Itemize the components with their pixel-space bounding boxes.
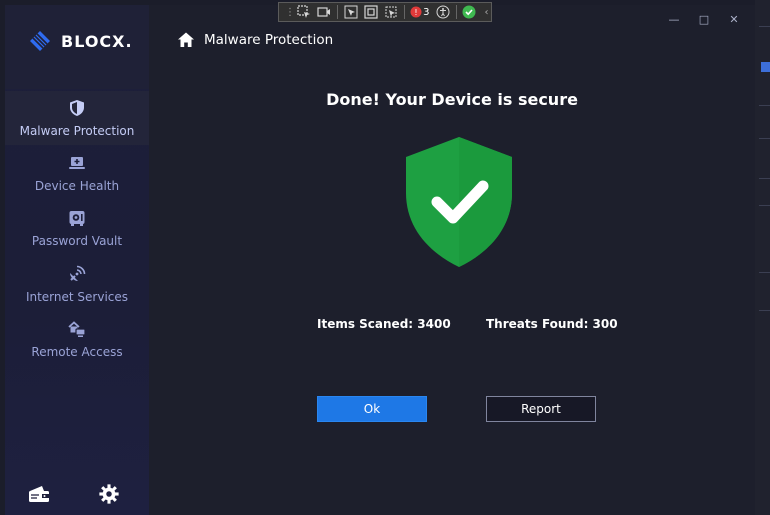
remote-access-icon bbox=[68, 320, 86, 338]
desktop-line bbox=[759, 26, 770, 27]
blocx-logo-icon bbox=[30, 31, 50, 51]
sidebar-item-malware-protection[interactable]: Malware Protection bbox=[5, 91, 149, 145]
sidebar-item-label: Malware Protection bbox=[19, 123, 135, 138]
maximize-icon[interactable]: □ bbox=[689, 9, 719, 29]
shield-icon bbox=[68, 99, 86, 117]
sidebar-item-label: Password Vault bbox=[31, 233, 123, 248]
main-panel: Malware Protection — □ ✕ Done! Your Devi… bbox=[149, 5, 755, 515]
sidebar-item-label: Internet Services bbox=[25, 289, 129, 304]
pointer-select-icon[interactable] bbox=[344, 5, 358, 19]
desktop-line bbox=[759, 138, 770, 139]
close-icon[interactable]: ✕ bbox=[719, 9, 749, 29]
secure-shield-icon bbox=[406, 137, 512, 267]
desktop-line bbox=[759, 272, 770, 273]
items-scanned: Items Scaned: 3400 bbox=[317, 317, 451, 331]
satellite-icon bbox=[68, 265, 86, 283]
toolbar-divider bbox=[455, 5, 457, 19]
sidebar-item-internet-services[interactable]: Internet Services bbox=[5, 257, 149, 311]
app-window: BLOCX. Malware Protection Device Health … bbox=[5, 5, 755, 515]
debug-toolbar: ⋮ ! 3 ‹ bbox=[278, 2, 492, 22]
page-title: Malware Protection bbox=[204, 32, 334, 48]
sidebar-item-device-health[interactable]: Device Health bbox=[5, 146, 149, 200]
drag-handle-icon[interactable]: ⋮ bbox=[285, 7, 295, 18]
desktop-line bbox=[759, 178, 770, 179]
desktop-background bbox=[755, 0, 770, 515]
sidebar-item-label: Device Health bbox=[34, 178, 120, 193]
toolbar-divider bbox=[403, 5, 405, 19]
home-icon[interactable] bbox=[177, 31, 195, 49]
binding-failures-count: 3 bbox=[423, 6, 430, 18]
select-element-icon[interactable] bbox=[297, 5, 311, 19]
threats-found: Threats Found: 300 bbox=[486, 317, 618, 331]
sidebar-item-password-vault[interactable]: Password Vault bbox=[5, 201, 149, 255]
sidebar-item-label: Remote Access bbox=[31, 344, 123, 359]
result-title: Done! Your Device is secure bbox=[326, 90, 578, 109]
wallet-icon[interactable] bbox=[27, 483, 51, 505]
vault-icon bbox=[68, 209, 86, 227]
desktop-line bbox=[759, 310, 770, 311]
desktop-highlight bbox=[761, 62, 770, 72]
sidebar-item-remote-access[interactable]: Remote Access bbox=[5, 312, 149, 366]
accessibility-icon[interactable] bbox=[436, 5, 450, 19]
report-button[interactable]: Report bbox=[486, 396, 596, 422]
brand-name: BLOCX. bbox=[61, 31, 133, 51]
toolbar-divider bbox=[337, 5, 338, 19]
record-video-icon[interactable] bbox=[317, 5, 331, 19]
desktop-line bbox=[759, 205, 770, 206]
ok-button[interactable]: Ok bbox=[317, 396, 427, 422]
collapse-toolbar-icon[interactable]: ‹ bbox=[482, 5, 491, 19]
hot-reload-ok-icon[interactable] bbox=[462, 5, 476, 19]
minimize-icon[interactable]: — bbox=[659, 9, 689, 29]
binding-failures-badge[interactable]: ! 3 bbox=[410, 5, 430, 19]
svg-text:!: ! bbox=[415, 8, 418, 17]
sidebar: BLOCX. Malware Protection Device Health … bbox=[5, 5, 149, 515]
window-controls: — □ ✕ bbox=[659, 9, 749, 29]
breadcrumb: Malware Protection bbox=[177, 31, 333, 49]
layout-adorner-icon[interactable] bbox=[363, 5, 378, 19]
track-focus-icon[interactable] bbox=[384, 5, 398, 19]
gear-icon[interactable] bbox=[98, 483, 122, 505]
laptop-plus-icon bbox=[68, 154, 86, 172]
brand-logo: BLOCX. bbox=[29, 30, 133, 52]
desktop-line bbox=[759, 105, 770, 106]
